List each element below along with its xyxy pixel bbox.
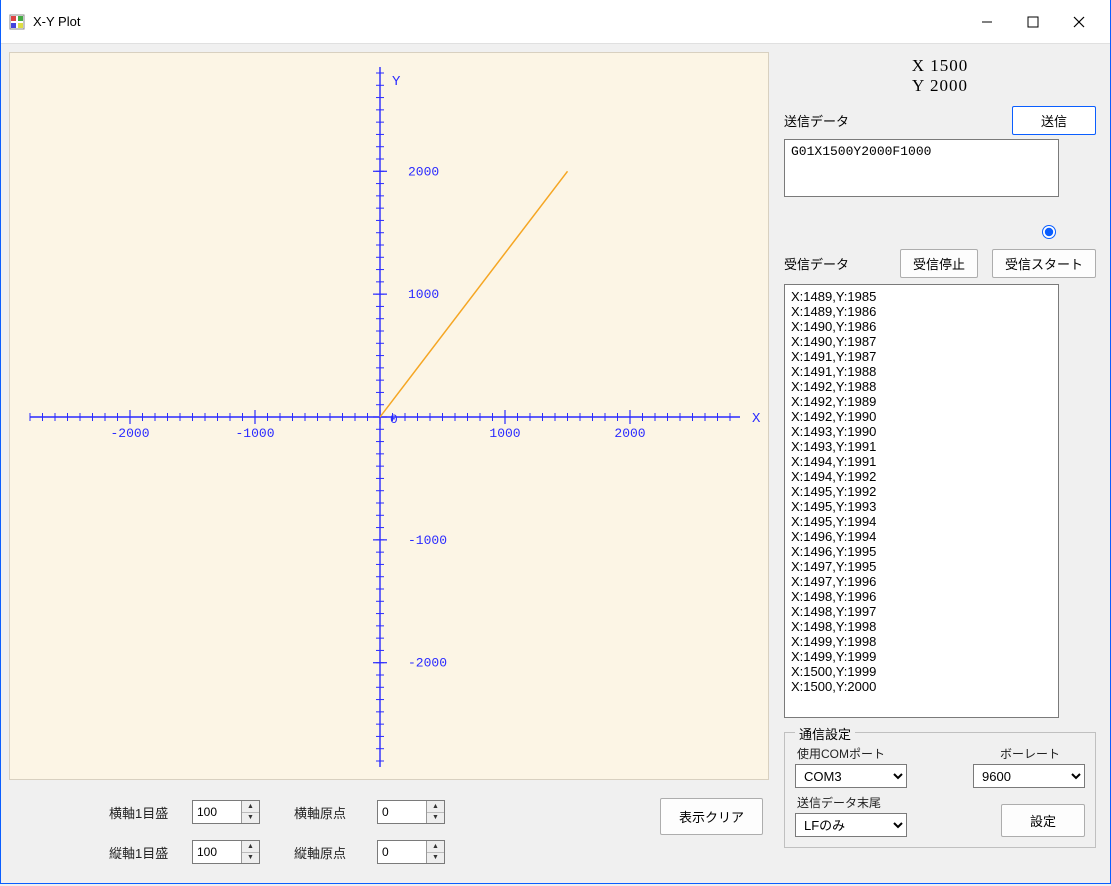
comm-settings-legend: 通信設定 — [795, 724, 855, 743]
x-readout: X 1500 — [784, 56, 1096, 76]
send-data-input[interactable] — [784, 139, 1059, 197]
app-icon — [9, 14, 25, 30]
recv-line: X:1500,Y:1999 — [791, 664, 1052, 679]
v-scale-stepper[interactable]: ▲▼ — [192, 840, 260, 864]
h-origin-label: 横軸原点 — [294, 803, 369, 822]
v-origin-input[interactable] — [378, 841, 426, 863]
y-readout: Y 2000 — [784, 76, 1096, 96]
maximize-button[interactable] — [1010, 0, 1056, 44]
svg-text:-1000: -1000 — [408, 533, 447, 548]
svg-text:0: 0 — [390, 412, 398, 427]
tail-label: 送信データ末尾 — [795, 794, 907, 811]
spin-up-icon[interactable]: ▲ — [427, 841, 444, 853]
spin-down-icon[interactable]: ▼ — [427, 813, 444, 824]
clear-button[interactable]: 表示クリア — [660, 798, 763, 835]
svg-text:2000: 2000 — [614, 426, 645, 441]
window-title: X-Y Plot — [33, 14, 80, 29]
baud-label: ボーレート — [973, 745, 1085, 762]
recv-line: X:1495,Y:1992 — [791, 484, 1052, 499]
recv-line: X:1498,Y:1997 — [791, 604, 1052, 619]
v-scale-input[interactable] — [193, 841, 241, 863]
svg-text:-1000: -1000 — [235, 426, 274, 441]
recv-line: X:1500,Y:2000 — [791, 679, 1052, 694]
recv-stop-button[interactable]: 受信停止 — [900, 249, 978, 278]
recv-line: X:1492,Y:1990 — [791, 409, 1052, 424]
minimize-button[interactable] — [964, 0, 1010, 44]
close-button[interactable] — [1056, 0, 1102, 44]
recv-line: X:1490,Y:1987 — [791, 334, 1052, 349]
recv-line: X:1497,Y:1995 — [791, 559, 1052, 574]
spin-up-icon[interactable]: ▲ — [242, 841, 259, 853]
settings-button[interactable]: 設定 — [1001, 804, 1085, 837]
recv-line: X:1491,Y:1988 — [791, 364, 1052, 379]
recv-line: X:1494,Y:1991 — [791, 454, 1052, 469]
svg-text:2000: 2000 — [408, 164, 439, 179]
spin-up-icon[interactable]: ▲ — [242, 801, 259, 813]
svg-text:1000: 1000 — [489, 426, 520, 441]
com-port-label: 使用COMポート — [795, 745, 907, 762]
spin-down-icon[interactable]: ▼ — [242, 853, 259, 864]
recv-line: X:1494,Y:1992 — [791, 469, 1052, 484]
recv-start-button[interactable]: 受信スタート — [992, 249, 1096, 278]
recv-line: X:1490,Y:1986 — [791, 319, 1052, 334]
h-scale-stepper[interactable]: ▲▼ — [192, 800, 260, 824]
recv-line: X:1498,Y:1998 — [791, 619, 1052, 634]
com-port-select[interactable]: COM3 — [795, 764, 907, 788]
recv-data-box[interactable]: X:1489,Y:1985X:1489,Y:1986X:1490,Y:1986X… — [784, 284, 1059, 718]
recv-line: X:1498,Y:1996 — [791, 589, 1052, 604]
recv-line: X:1493,Y:1990 — [791, 424, 1052, 439]
baud-select[interactable]: 9600 — [973, 764, 1085, 788]
recv-line: X:1495,Y:1993 — [791, 499, 1052, 514]
recv-line: X:1496,Y:1995 — [791, 544, 1052, 559]
svg-text:X: X — [752, 411, 761, 427]
h-origin-input[interactable] — [378, 801, 426, 823]
position-display: X 1500 Y 2000 — [784, 56, 1096, 96]
spin-up-icon[interactable]: ▲ — [427, 801, 444, 813]
send-data-label: 送信データ — [784, 111, 849, 130]
recv-line: X:1491,Y:1987 — [791, 349, 1052, 364]
tail-select[interactable]: LFのみ — [795, 813, 907, 837]
svg-text:1000: 1000 — [408, 287, 439, 302]
recv-line: X:1492,Y:1988 — [791, 379, 1052, 394]
svg-text:-2000: -2000 — [408, 656, 447, 671]
recv-line: X:1493,Y:1991 — [791, 439, 1052, 454]
mode-radio[interactable] — [1042, 225, 1056, 239]
recv-line: X:1489,Y:1985 — [791, 289, 1052, 304]
recv-line: X:1492,Y:1989 — [791, 394, 1052, 409]
recv-line: X:1499,Y:1999 — [791, 649, 1052, 664]
h-origin-stepper[interactable]: ▲▼ — [377, 800, 445, 824]
recv-line: X:1497,Y:1996 — [791, 574, 1052, 589]
spin-down-icon[interactable]: ▼ — [427, 853, 444, 864]
recv-data-label: 受信データ — [784, 254, 886, 273]
v-origin-label: 縦軸原点 — [294, 843, 369, 862]
svg-text:-2000: -2000 — [110, 426, 149, 441]
h-scale-label: 横軸1目盛 — [109, 803, 184, 822]
recv-line: X:1499,Y:1998 — [791, 634, 1052, 649]
recv-line: X:1495,Y:1994 — [791, 514, 1052, 529]
comm-settings-fieldset: 通信設定 使用COMポート COM3 ボーレート 9600 — [784, 732, 1096, 848]
h-scale-input[interactable] — [193, 801, 241, 823]
v-scale-label: 縦軸1目盛 — [109, 843, 184, 862]
svg-text:Y: Y — [392, 74, 401, 90]
titlebar: X-Y Plot — [1, 0, 1110, 44]
v-origin-stepper[interactable]: ▲▼ — [377, 840, 445, 864]
recv-line: X:1496,Y:1994 — [791, 529, 1052, 544]
recv-line: X:1489,Y:1986 — [791, 304, 1052, 319]
send-button[interactable]: 送信 — [1012, 106, 1096, 135]
xy-plot: -2000 -1000 1000 2000 -2000 -1000 1000 2000 0 X Y — [9, 52, 769, 780]
spin-down-icon[interactable]: ▼ — [242, 813, 259, 824]
